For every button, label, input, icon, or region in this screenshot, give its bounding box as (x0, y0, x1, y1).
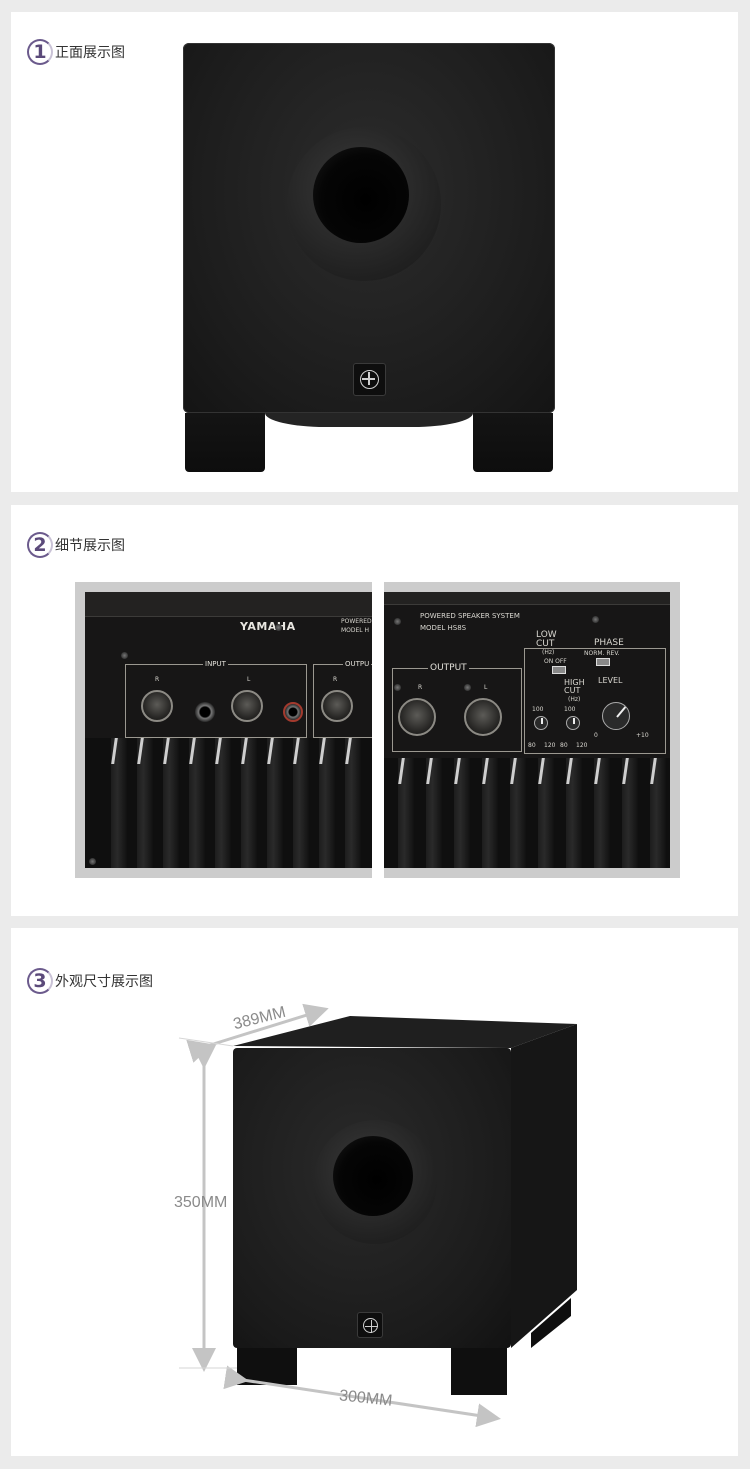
dimension-view-panel: 3 外观尺寸展示图 389MM 350MM 300MM (11, 928, 738, 1456)
heatsink (384, 758, 670, 868)
level-min: 0 (594, 732, 598, 739)
xlr-input-l (231, 690, 263, 722)
front-view-panel: 1 正面展示图 (11, 12, 738, 492)
rear-panel-photo-right: POWERED SPEAKER SYSTEM MODEL HS8S OUTPUT… (384, 582, 680, 878)
low-cut-switch (552, 666, 566, 674)
on-off-label: ON OFF (544, 658, 567, 665)
xlr-output-r (398, 698, 436, 736)
k2-high: 120 (576, 742, 588, 749)
detail-view-panel: 2 细节展示图 YAMAHA POWERED MODEL H INPUT OUTP… (11, 505, 738, 916)
section-number: 2 (27, 532, 53, 558)
section-title: 正面展示图 (55, 45, 125, 61)
phase-label: PHASE (594, 638, 624, 648)
output-label: OUTPUT (428, 663, 469, 673)
norm-rev-label: NORM. REV. (584, 650, 620, 657)
high-cut-freq-knob (566, 716, 580, 730)
section-title: 细节展示图 (55, 538, 125, 554)
speaker-front-face (233, 1048, 511, 1348)
section-number: 1 (27, 39, 53, 65)
speaker-foot-left (185, 413, 265, 472)
phase-switch (596, 658, 610, 666)
speaker-foot-right (451, 1348, 507, 1395)
model-text: POWERED MODEL H (341, 618, 372, 634)
low-cut-label2: CUT (536, 639, 555, 649)
speaker-cabinet (183, 43, 555, 413)
k1-high: 120 (544, 742, 556, 749)
level-knob (602, 702, 630, 730)
heatsink (85, 738, 372, 868)
xlr-output-l (464, 698, 502, 736)
k2-label: 100 (564, 706, 576, 713)
high-cut-hz: (Hz) (568, 696, 581, 703)
k2-low: 80 (560, 742, 568, 749)
level-label: LEVEL (598, 676, 623, 685)
speaker-foot-left (237, 1348, 297, 1385)
r-label: R (418, 684, 423, 691)
rear-panel-photo-left: YAMAHA POWERED MODEL H INPUT OUTPU R L R (75, 582, 372, 878)
low-cut-hz: (Hz) (542, 649, 555, 656)
output-label: OUTPU (343, 660, 372, 668)
level-max: +10 (636, 732, 649, 739)
dimension-diagram: 389MM 350MM 300MM (11, 928, 738, 1456)
out-r-label: R (333, 676, 338, 683)
bass-port (287, 127, 441, 281)
low-cut-freq-knob (534, 716, 548, 730)
k1-low: 80 (528, 742, 536, 749)
xlr-output-r (321, 690, 353, 722)
bass-port (313, 1120, 437, 1244)
section-header: 2 细节展示图 (27, 530, 125, 560)
speaker-foot-right (473, 413, 553, 472)
high-cut-label2: CUT (564, 686, 581, 695)
trs-jack-l (283, 702, 303, 722)
yamaha-logo-badge (353, 363, 386, 396)
input-label: INPUT (203, 660, 228, 668)
l-label: L (484, 684, 488, 691)
header-line1: POWERED SPEAKER SYSTEM (420, 612, 520, 620)
header-line2: MODEL HS8S (420, 624, 467, 632)
k1-label: 100 (532, 706, 544, 713)
l-label: L (247, 676, 251, 683)
yamaha-logo-badge (357, 1312, 383, 1338)
r-label: R (155, 676, 160, 683)
yamaha-brand-text: YAMAHA (240, 620, 296, 633)
bottom-grill (265, 413, 473, 427)
section-header: 1 正面展示图 (27, 37, 125, 67)
height-dimension-label: 350MM (174, 1194, 228, 1211)
xlr-input-r (141, 690, 173, 722)
trs-jack-r (195, 702, 215, 722)
subwoofer-front-image (183, 43, 555, 473)
